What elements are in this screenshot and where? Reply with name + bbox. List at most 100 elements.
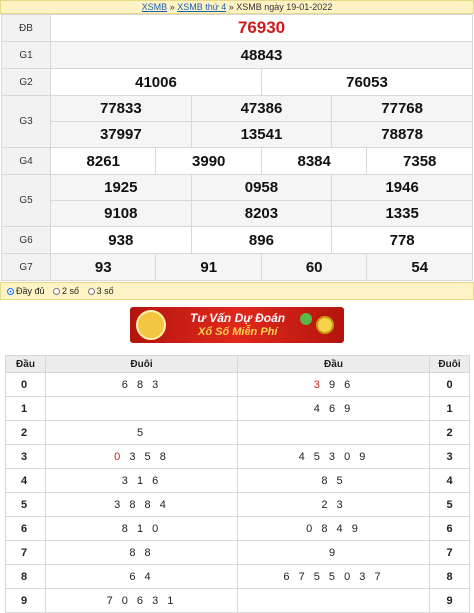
prize-g2-value: 41006 <box>50 68 262 96</box>
tail-digits <box>45 396 238 421</box>
dau-key: 1 <box>5 396 46 421</box>
highlight-digit: 0 <box>114 450 124 463</box>
prize-g3-value: 77768 <box>331 95 473 122</box>
prize-g7-value: 91 <box>155 253 262 281</box>
prize-g3-value: 37997 <box>50 121 192 148</box>
dau-key: 3 <box>5 444 46 469</box>
dau-key: 2 <box>5 420 46 445</box>
dau-key: 9 <box>5 588 46 613</box>
table-row: 5 3 8 8 4 2 3 5 <box>5 492 470 517</box>
prize-g4-value: 7358 <box>366 147 473 175</box>
breadcrumb-separator: » <box>167 2 178 12</box>
col-header-duoi: Đuôi <box>45 355 238 373</box>
prize-g5-value: 0958 <box>190 174 333 201</box>
tail-digits: 3 1 6 <box>45 468 238 493</box>
option-three-label: 3 số <box>96 286 114 296</box>
option-two-digits[interactable]: 2 số <box>53 283 79 299</box>
tail-digits: 7 0 6 3 1 <box>45 588 238 613</box>
duoi-key: 2 <box>429 420 470 445</box>
prize-label-g5: G5 <box>1 174 51 227</box>
tail-digits: 5 <box>45 420 238 445</box>
option-three-digits[interactable]: 3 số <box>87 283 114 299</box>
gold-coin-icon <box>316 316 334 334</box>
head-digits: 3 9 6 <box>237 372 430 397</box>
prize-g5-value: 8203 <box>190 200 333 227</box>
col-header-duoi: Đuôi <box>429 355 470 373</box>
head-digits: 0 8 4 9 <box>237 516 430 541</box>
duoi-key: 7 <box>429 540 470 565</box>
duoi-key: 6 <box>429 516 470 541</box>
table-row: 3 0 3 5 8 4 5 3 0 9 3 <box>5 444 470 469</box>
promo-banner[interactable]: Tư Vấn Dự Đoán Xổ Số Miễn Phí <box>130 307 344 343</box>
prize-label-g2: G2 <box>1 68 51 96</box>
prize-g3-value: 13541 <box>190 121 333 148</box>
head-digits: 8 5 <box>237 468 430 493</box>
prize-g6-value: 778 <box>331 226 473 254</box>
head-digits-rest: 9 6 <box>328 378 354 391</box>
tail-digits: 6 8 3 <box>45 372 238 397</box>
loto-table: Đầu Đuôi Đầu Đuôi 0 6 8 3 3 9 6 0 1 4 6 … <box>5 355 470 613</box>
mascot-icon <box>136 310 166 340</box>
breadcrumb-current: XSMB ngày 19-01-2022 <box>236 2 333 12</box>
prize-g3-value: 47386 <box>190 95 333 122</box>
duoi-key: 9 <box>429 588 470 613</box>
table-row: 2 5 2 <box>5 420 470 445</box>
duoi-key: 8 <box>429 564 470 589</box>
breadcrumb-separator: » <box>226 2 237 12</box>
prize-g7-value: 60 <box>260 253 368 281</box>
banner-line1: Tư Vấn Dự Đoán <box>190 311 286 325</box>
duoi-key: 0 <box>429 372 470 397</box>
option-full-label: Đầy đủ <box>16 286 45 296</box>
prize-label-db: ĐB <box>1 14 51 42</box>
duoi-key: 3 <box>429 444 470 469</box>
head-digits: 2 3 <box>237 492 430 517</box>
prize-g3-value: 77833 <box>50 95 192 122</box>
table-row: 9 7 0 6 3 1 9 <box>5 588 470 613</box>
breadcrumb-link-xsmb-thu-4[interactable]: XSMB thứ 4 <box>177 2 226 12</box>
prize-g5-value: 9108 <box>50 200 192 227</box>
radio-icon[interactable] <box>87 287 95 295</box>
prize-g1-value: 48843 <box>50 41 473 69</box>
display-options: Đầy đủ 2 số 3 số <box>0 282 474 300</box>
table-row: 6 8 1 0 0 8 4 9 6 <box>5 516 470 541</box>
prize-g3-value: 78878 <box>331 121 473 148</box>
banner-line2: Xổ Số Miễn Phí <box>198 326 278 338</box>
tail-digits-rest: 3 5 8 <box>129 450 169 463</box>
prize-g2-value: 76053 <box>260 68 474 96</box>
table-row: 1 4 6 9 1 <box>5 396 470 421</box>
option-full[interactable]: Đầy đủ <box>7 283 45 299</box>
results-table: ĐB 76930 G1 48843 G2 41006 76053 G3 7783… <box>1 14 474 281</box>
prize-label-g7: G7 <box>1 253 51 281</box>
prize-label-g3: G3 <box>1 95 51 148</box>
prize-label-g4: G4 <box>1 147 51 175</box>
head-digits <box>237 420 430 445</box>
head-digits: 4 6 9 <box>237 396 430 421</box>
radio-selected-icon[interactable] <box>7 287 14 295</box>
dau-key: 7 <box>5 540 46 565</box>
table-row: 8 6 4 6 7 5 5 0 3 7 8 <box>5 564 470 589</box>
radio-icon[interactable] <box>53 287 61 295</box>
prize-g5-value: 1925 <box>50 174 192 201</box>
tail-digits: 6 4 <box>45 564 238 589</box>
option-two-label: 2 số <box>62 286 80 296</box>
head-digits <box>237 588 430 613</box>
prize-g6-value: 938 <box>50 226 192 254</box>
head-digits: 9 <box>237 540 430 565</box>
dau-key: 0 <box>5 372 46 397</box>
duoi-key: 5 <box>429 492 470 517</box>
col-header-dau: Đầu <box>237 355 430 373</box>
head-digits: 6 7 5 5 0 3 7 <box>237 564 430 589</box>
green-coin-icon <box>300 313 312 325</box>
prize-label-g6: G6 <box>1 226 51 254</box>
col-header-dau: Đầu <box>5 355 46 373</box>
highlight-digit: 3 <box>313 378 323 391</box>
tail-digits: 0 3 5 8 <box>45 444 238 469</box>
prize-g4-value: 3990 <box>155 147 262 175</box>
duoi-key: 4 <box>429 468 470 493</box>
breadcrumb-link-xsmb[interactable]: XSMB <box>142 2 168 12</box>
prize-g6-value: 896 <box>190 226 333 254</box>
prize-db-value: 76930 <box>50 14 473 42</box>
prize-g5-value: 1335 <box>331 200 473 227</box>
duoi-key: 1 <box>429 396 470 421</box>
head-digits: 4 5 3 0 9 <box>237 444 430 469</box>
